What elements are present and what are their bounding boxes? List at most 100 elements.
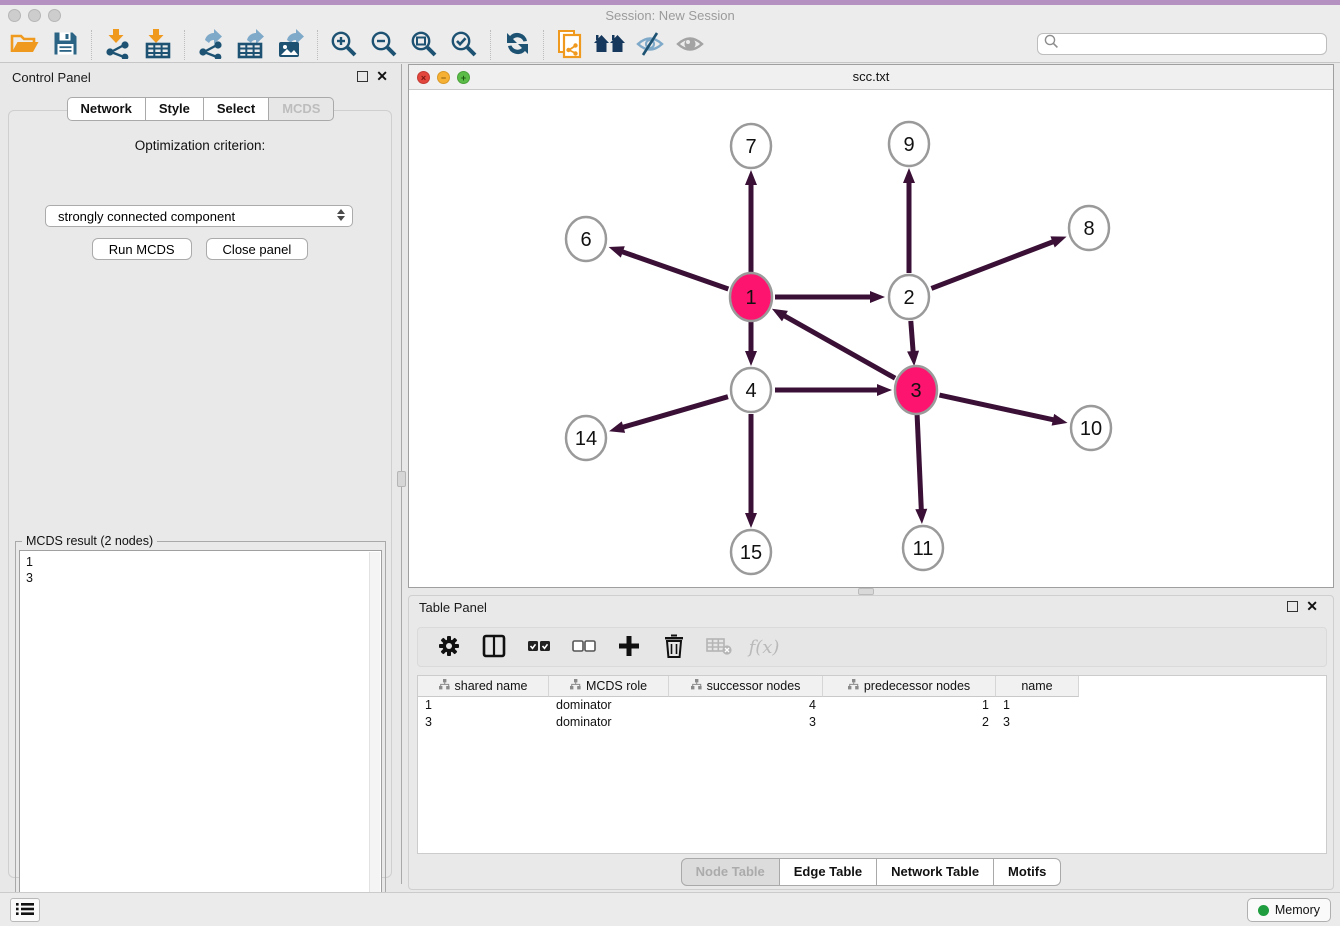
export-network-button[interactable]: [194, 29, 228, 61]
import-network-button[interactable]: [101, 29, 135, 61]
table-settings-button[interactable]: [436, 632, 462, 662]
show-columns-button[interactable]: [481, 632, 507, 662]
node-4[interactable]: 4: [731, 368, 771, 412]
tab-motifs[interactable]: Motifs: [994, 858, 1061, 886]
edge-1-7[interactable]: [745, 170, 757, 273]
table-row[interactable]: 3dominator323: [418, 714, 1326, 731]
function-builder-button[interactable]: f(x): [751, 632, 777, 662]
show-all-button[interactable]: [673, 29, 707, 61]
table-cell[interactable]: 3: [418, 715, 549, 729]
column-header-name[interactable]: name: [996, 676, 1079, 697]
column-header-predecessor-nodes[interactable]: predecessor nodes: [823, 676, 996, 697]
node-2[interactable]: 2: [889, 275, 929, 319]
result-scrollbar[interactable]: [369, 552, 380, 914]
edge-3-11[interactable]: [915, 414, 927, 524]
edge-2-3[interactable]: [907, 321, 919, 366]
node-9[interactable]: 9: [889, 122, 929, 166]
column-header-MCDS-role[interactable]: MCDS role: [549, 676, 669, 697]
zoom-in-button[interactable]: [327, 29, 361, 61]
select-all-button[interactable]: [526, 632, 552, 662]
table-cell[interactable]: 3: [669, 715, 823, 729]
save-session-button[interactable]: [48, 29, 82, 61]
table-cell[interactable]: dominator: [549, 715, 669, 729]
node-15[interactable]: 15: [731, 530, 771, 574]
edge-1-4[interactable]: [745, 321, 757, 366]
zoom-out-button[interactable]: [367, 29, 401, 61]
deselect-all-button[interactable]: [571, 632, 597, 662]
zoom-fit-button[interactable]: [407, 29, 441, 61]
tab-mcds[interactable]: MCDS: [269, 97, 334, 121]
tab-select[interactable]: Select: [204, 97, 269, 121]
table-cell[interactable]: 1: [823, 698, 996, 712]
edge-3-10[interactable]: [939, 395, 1067, 425]
column-header-successor-nodes[interactable]: successor nodes: [669, 676, 823, 697]
edge-4-15[interactable]: [745, 414, 757, 528]
tab-edge-table[interactable]: Edge Table: [780, 858, 877, 886]
export-table-button[interactable]: [234, 29, 268, 61]
tab-network[interactable]: Network: [67, 97, 146, 121]
create-column-button[interactable]: [616, 632, 642, 662]
export-image-button[interactable]: [274, 29, 308, 61]
edge-2-9[interactable]: [903, 168, 915, 273]
tab-style[interactable]: Style: [146, 97, 204, 121]
node-14[interactable]: 14: [566, 416, 606, 460]
delete-table-button[interactable]: [706, 632, 732, 662]
close-panel-button[interactable]: Close panel: [206, 238, 309, 260]
node-7[interactable]: 7: [731, 124, 771, 168]
optimization-criterion-label: Optimization criterion:: [9, 138, 391, 153]
export-table-icon: [237, 29, 265, 62]
delete-columns-button[interactable]: [661, 632, 687, 662]
search-input[interactable]: [1063, 35, 1326, 53]
table-cell[interactable]: 1: [418, 698, 549, 712]
network-graph[interactable]: 7 9 6 8 1 2 4 3 14 10 15 11: [409, 90, 1333, 587]
node-6[interactable]: 6: [566, 217, 606, 261]
node-1[interactable]: 1: [730, 273, 772, 321]
column-header-shared-name[interactable]: shared name: [418, 676, 549, 697]
close-panel-icon[interactable]: ✕: [376, 69, 388, 83]
deselect-all-icon: [572, 639, 596, 656]
float-table-panel-icon[interactable]: [1287, 601, 1298, 612]
memory-button[interactable]: Memory: [1247, 898, 1331, 922]
apply-layout-button[interactable]: [500, 29, 534, 61]
edge-1-6[interactable]: [609, 246, 729, 289]
node-11[interactable]: 11: [903, 526, 943, 570]
table-cell[interactable]: 2: [823, 715, 996, 729]
zoom-selected-button[interactable]: [447, 29, 481, 61]
hide-selected-button[interactable]: [633, 29, 667, 61]
edge-2-8[interactable]: [931, 236, 1066, 288]
import-table-button[interactable]: [141, 29, 175, 61]
float-panel-icon[interactable]: [357, 71, 368, 82]
mcds-result-textarea[interactable]: 1 3: [19, 550, 382, 916]
clone-network-button[interactable]: [553, 29, 587, 61]
column-tree-icon: [570, 679, 581, 693]
splitter-grip[interactable]: [397, 471, 406, 487]
table-toolbar: f(x): [417, 627, 1327, 667]
node-10[interactable]: 10: [1071, 406, 1111, 450]
tab-node-table[interactable]: Node Table: [681, 858, 780, 886]
tab-network-table[interactable]: Network Table: [877, 858, 994, 886]
close-table-panel-icon[interactable]: ✕: [1306, 599, 1318, 613]
edge-3-1[interactable]: [772, 309, 895, 378]
zoom-fit-icon: [410, 30, 438, 61]
table-cell[interactable]: 1: [996, 698, 1079, 712]
node-3[interactable]: 3: [895, 366, 937, 414]
node-8[interactable]: 8: [1069, 206, 1109, 250]
table-row[interactable]: 1dominator411: [418, 697, 1326, 714]
network-canvas[interactable]: 7 9 6 8 1 2 4 3 14 10 15 11: [409, 90, 1333, 587]
node-table[interactable]: shared nameMCDS rolesuccessor nodesprede…: [417, 675, 1327, 854]
vertical-splitter[interactable]: [399, 64, 404, 884]
criterion-dropdown[interactable]: strongly connected component: [45, 205, 353, 227]
horizontal-splitter-grip[interactable]: [858, 588, 874, 595]
first-neighbors-button[interactable]: [593, 29, 627, 61]
open-file-button[interactable]: [8, 29, 42, 61]
table-cell[interactable]: 4: [669, 698, 823, 712]
show-panels-button[interactable]: [10, 898, 40, 922]
select-all-icon: [527, 639, 551, 656]
network-window-title: scc.txt: [409, 69, 1333, 84]
edge-4-14[interactable]: [609, 397, 728, 433]
table-cell[interactable]: dominator: [549, 698, 669, 712]
edge-1-2[interactable]: [775, 291, 885, 303]
run-mcds-button[interactable]: Run MCDS: [92, 238, 192, 260]
table-cell[interactable]: 3: [996, 715, 1079, 729]
edge-4-3[interactable]: [775, 384, 892, 396]
